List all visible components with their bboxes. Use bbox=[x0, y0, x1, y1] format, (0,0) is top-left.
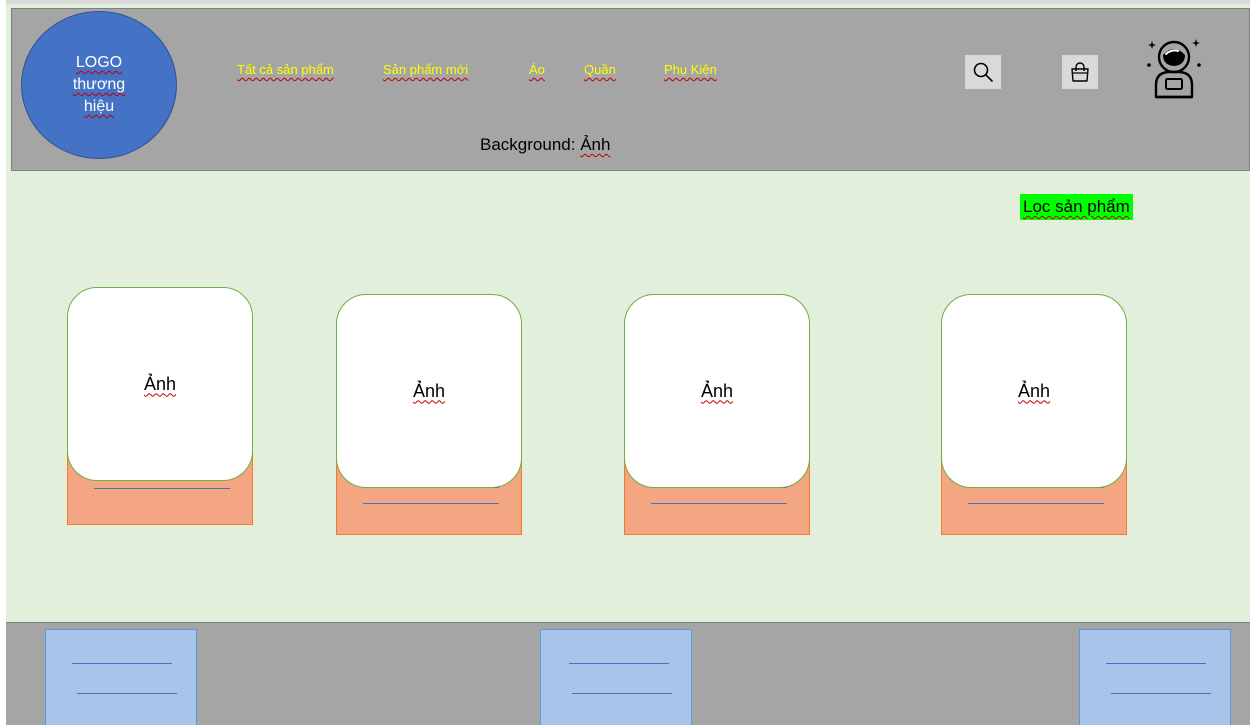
astronaut-avatar-icon bbox=[1147, 39, 1201, 99]
product-price-line bbox=[968, 503, 1104, 504]
nav-all-products[interactable]: Tất cả sản phẩm bbox=[237, 62, 334, 77]
product-image[interactable]: Ảnh bbox=[67, 287, 253, 481]
product-image-label: Ảnh bbox=[700, 380, 734, 401]
nav-accessories[interactable]: Phụ Kiện bbox=[664, 62, 717, 77]
brand-logo-text: LOGO thương hiệu bbox=[72, 54, 126, 115]
footer-text-line bbox=[569, 663, 669, 664]
product-image[interactable]: Ảnh bbox=[624, 294, 810, 488]
product-image-label: Ảnh bbox=[412, 380, 446, 401]
footer-text-line bbox=[1111, 693, 1211, 694]
brand-logo[interactable]: LOGO thương hiệu bbox=[21, 11, 177, 159]
product-price-line bbox=[363, 503, 499, 504]
product-image[interactable]: Ảnh bbox=[336, 294, 522, 488]
product-image[interactable]: Ảnh bbox=[941, 294, 1127, 488]
footer-box[interactable] bbox=[1079, 629, 1231, 725]
page-frame: LOGO thương hiệu Tất cả sản phẩm Sản phẩ… bbox=[6, 0, 1250, 725]
product-price-line bbox=[94, 488, 230, 489]
product-price-line bbox=[651, 503, 787, 504]
nav-shirts[interactable]: Áo bbox=[529, 62, 545, 77]
top-divider bbox=[6, 0, 1250, 4]
footer-text-line bbox=[77, 693, 177, 694]
footer-text-line bbox=[1106, 663, 1206, 664]
footer-text-line bbox=[72, 663, 172, 664]
search-button[interactable] bbox=[965, 55, 1001, 89]
footer-text-line bbox=[572, 693, 672, 694]
filter-products-button[interactable]: Lọc sản phẩm bbox=[1020, 194, 1133, 220]
shopping-bag-icon bbox=[1071, 62, 1089, 82]
product-image-label: Ảnh bbox=[1017, 380, 1051, 401]
cart-button[interactable] bbox=[1062, 55, 1098, 89]
search-icon bbox=[973, 62, 993, 82]
product-card[interactable]: Ảnh bbox=[67, 287, 253, 525]
footer-box[interactable] bbox=[45, 629, 197, 725]
site-header: LOGO thương hiệu Tất cả sản phẩm Sản phẩ… bbox=[11, 8, 1250, 171]
nav-new-products[interactable]: Sản phẩm mới bbox=[383, 62, 468, 77]
background-note-word: Ảnh bbox=[580, 135, 611, 154]
background-note: Background: Ảnh bbox=[480, 135, 610, 155]
footer-box[interactable] bbox=[540, 629, 692, 725]
site-footer bbox=[6, 622, 1250, 725]
nav-pants[interactable]: Quần bbox=[584, 62, 616, 77]
product-card[interactable]: Ảnh bbox=[624, 294, 810, 535]
account-avatar[interactable] bbox=[1142, 35, 1206, 105]
background-note-label: Background: bbox=[480, 135, 576, 154]
product-card[interactable]: Ảnh bbox=[941, 294, 1127, 535]
product-card[interactable]: Ảnh bbox=[336, 294, 522, 535]
product-image-label: Ảnh bbox=[143, 373, 177, 394]
